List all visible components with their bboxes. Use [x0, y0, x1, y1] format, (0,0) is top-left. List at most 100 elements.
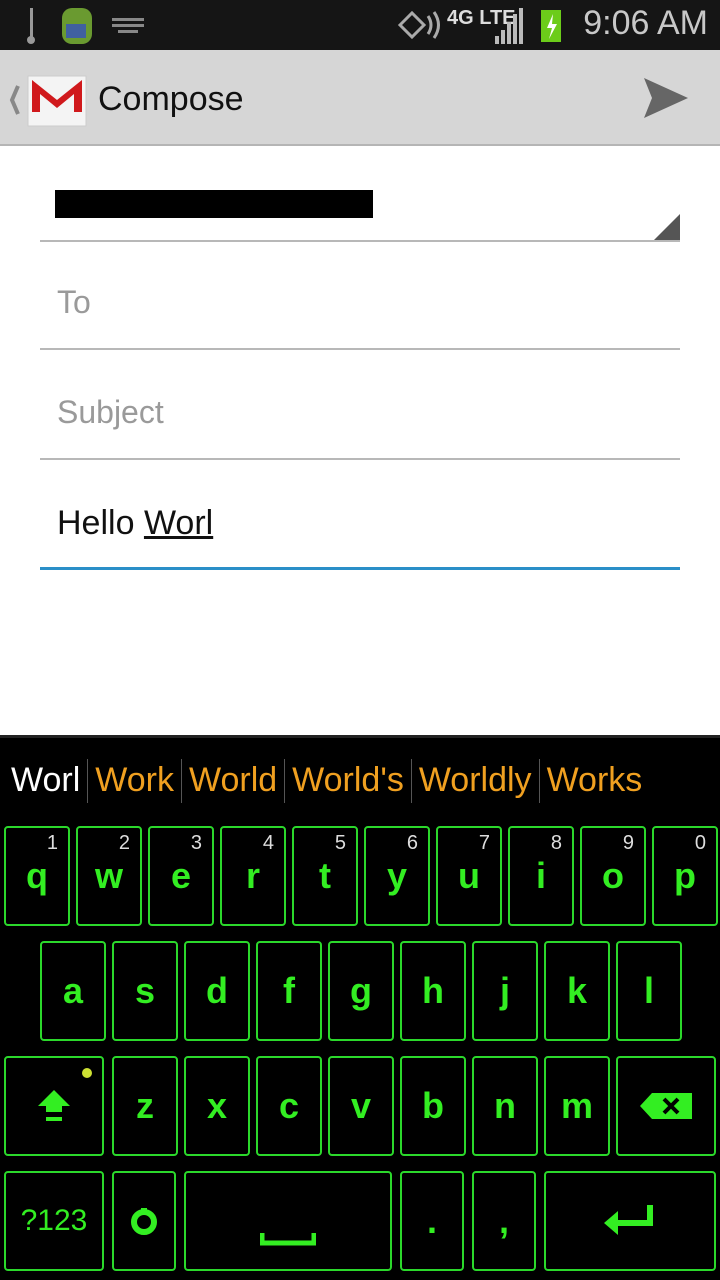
key-label: j: [499, 970, 510, 1011]
key-o[interactable]: o9: [580, 826, 646, 926]
suggestion-item[interactable]: World: [182, 761, 284, 800]
from-account-spinner[interactable]: [40, 180, 680, 242]
space-key[interactable]: [184, 1171, 392, 1271]
key-hint: 4: [262, 832, 274, 854]
suggestion-item[interactable]: Work: [88, 761, 181, 800]
settings-icon: [131, 1208, 157, 1235]
key-y[interactable]: y6: [364, 826, 430, 926]
key-label: r: [245, 855, 260, 896]
key-label: e: [170, 855, 192, 896]
key-hint: 2: [118, 832, 130, 854]
dropdown-icon: [654, 214, 680, 240]
key-label: .: [426, 1200, 437, 1241]
suggestion-strip: Worl Work World World's Worldly Works: [0, 735, 720, 823]
key-t[interactable]: t5: [292, 826, 358, 926]
key-label: a: [62, 970, 84, 1011]
key-comma[interactable]: ,: [472, 1171, 536, 1271]
key-label: z: [136, 1085, 154, 1126]
subject-field[interactable]: Subject: [40, 380, 680, 460]
key-label: u: [458, 855, 480, 896]
key-label: g: [350, 970, 372, 1011]
key-period[interactable]: .: [400, 1171, 464, 1271]
key-r[interactable]: r4: [220, 826, 286, 926]
key-q[interactable]: q1: [4, 826, 70, 926]
key-hint: 5: [334, 832, 346, 854]
suggestion-item[interactable]: Works: [540, 761, 650, 800]
key-label: y: [386, 855, 408, 896]
key-a[interactable]: a: [40, 941, 106, 1041]
key-l[interactable]: l: [616, 941, 682, 1041]
key-label: o: [602, 855, 624, 896]
key-d[interactable]: d: [184, 941, 250, 1041]
android-icon: [62, 8, 92, 44]
delete-key[interactable]: [616, 1056, 716, 1156]
key-label: f: [283, 970, 295, 1011]
send-button[interactable]: [642, 74, 692, 124]
key-label: n: [494, 1085, 516, 1126]
key-label: b: [422, 1085, 444, 1126]
key-label: h: [422, 970, 444, 1011]
shift-icon: [38, 1090, 70, 1121]
key-label: k: [566, 970, 588, 1011]
key-v[interactable]: v: [328, 1056, 394, 1156]
suggestion-item[interactable]: Worldly: [412, 761, 539, 800]
key-hint: 6: [406, 832, 418, 854]
key-label: c: [278, 1085, 300, 1126]
usb-icon: [27, 8, 35, 44]
up-navigation-button[interactable]: [0, 50, 95, 146]
key-i[interactable]: i8: [508, 826, 574, 926]
to-field[interactable]: To: [40, 270, 680, 350]
key-m[interactable]: m: [544, 1056, 610, 1156]
enter-icon: [604, 1205, 653, 1235]
key-w[interactable]: w2: [76, 826, 142, 926]
key-s[interactable]: s: [112, 941, 178, 1041]
key-label: s: [134, 970, 156, 1011]
shift-key[interactable]: [4, 1056, 104, 1156]
key-label: x: [206, 1085, 228, 1126]
key-hint: 8: [550, 832, 562, 854]
key-hint: 0: [694, 832, 706, 854]
key-hint: 1: [46, 832, 58, 854]
key-b[interactable]: b: [400, 1056, 466, 1156]
settings-key[interactable]: [112, 1171, 176, 1271]
enter-key[interactable]: [544, 1171, 716, 1271]
system-icons: 4G LTE: [397, 7, 561, 44]
composing-text: Worl: [143, 504, 214, 542]
send-icon: [644, 78, 688, 118]
space-icon: [260, 1233, 316, 1246]
key-c[interactable]: c: [256, 1056, 322, 1156]
key-hint: 9: [622, 832, 634, 854]
key-label: i: [535, 855, 546, 896]
symbols-key[interactable]: ?123: [4, 1171, 104, 1271]
suggestion-item[interactable]: World's: [285, 761, 411, 800]
notification-icons: [27, 8, 144, 44]
from-value-redacted: [55, 190, 373, 218]
key-label: p: [674, 855, 696, 896]
key-label: ?123: [20, 1204, 88, 1237]
key-k[interactable]: k: [544, 941, 610, 1041]
key-x[interactable]: x: [184, 1056, 250, 1156]
nfc-icon: [397, 10, 440, 40]
key-j[interactable]: j: [472, 941, 538, 1041]
key-e[interactable]: e3: [148, 826, 214, 926]
key-z[interactable]: z: [112, 1056, 178, 1156]
network-type: 4G LTE: [447, 7, 516, 29]
suggestion-item[interactable]: Worl: [4, 761, 87, 800]
backspace-icon: [640, 1093, 692, 1119]
key-p[interactable]: p0: [652, 826, 718, 926]
body-committed-text: Hello: [57, 504, 144, 542]
key-g[interactable]: g: [328, 941, 394, 1041]
key-n[interactable]: n: [472, 1056, 538, 1156]
action-bar: Compose: [0, 50, 720, 146]
body-text: Hello Worl: [57, 504, 213, 543]
body-field[interactable]: Hello Worl: [40, 490, 680, 570]
key-label: q: [26, 855, 48, 896]
key-f[interactable]: f: [256, 941, 322, 1041]
key-h[interactable]: h: [400, 941, 466, 1041]
gmail-icon: [27, 75, 87, 127]
battery-charging-icon: [541, 10, 561, 42]
status-bar: 4G LTE 9:06 AM: [0, 0, 720, 50]
keyboard-icon: [112, 18, 144, 33]
key-u[interactable]: u7: [436, 826, 502, 926]
key-label: w: [94, 855, 123, 896]
